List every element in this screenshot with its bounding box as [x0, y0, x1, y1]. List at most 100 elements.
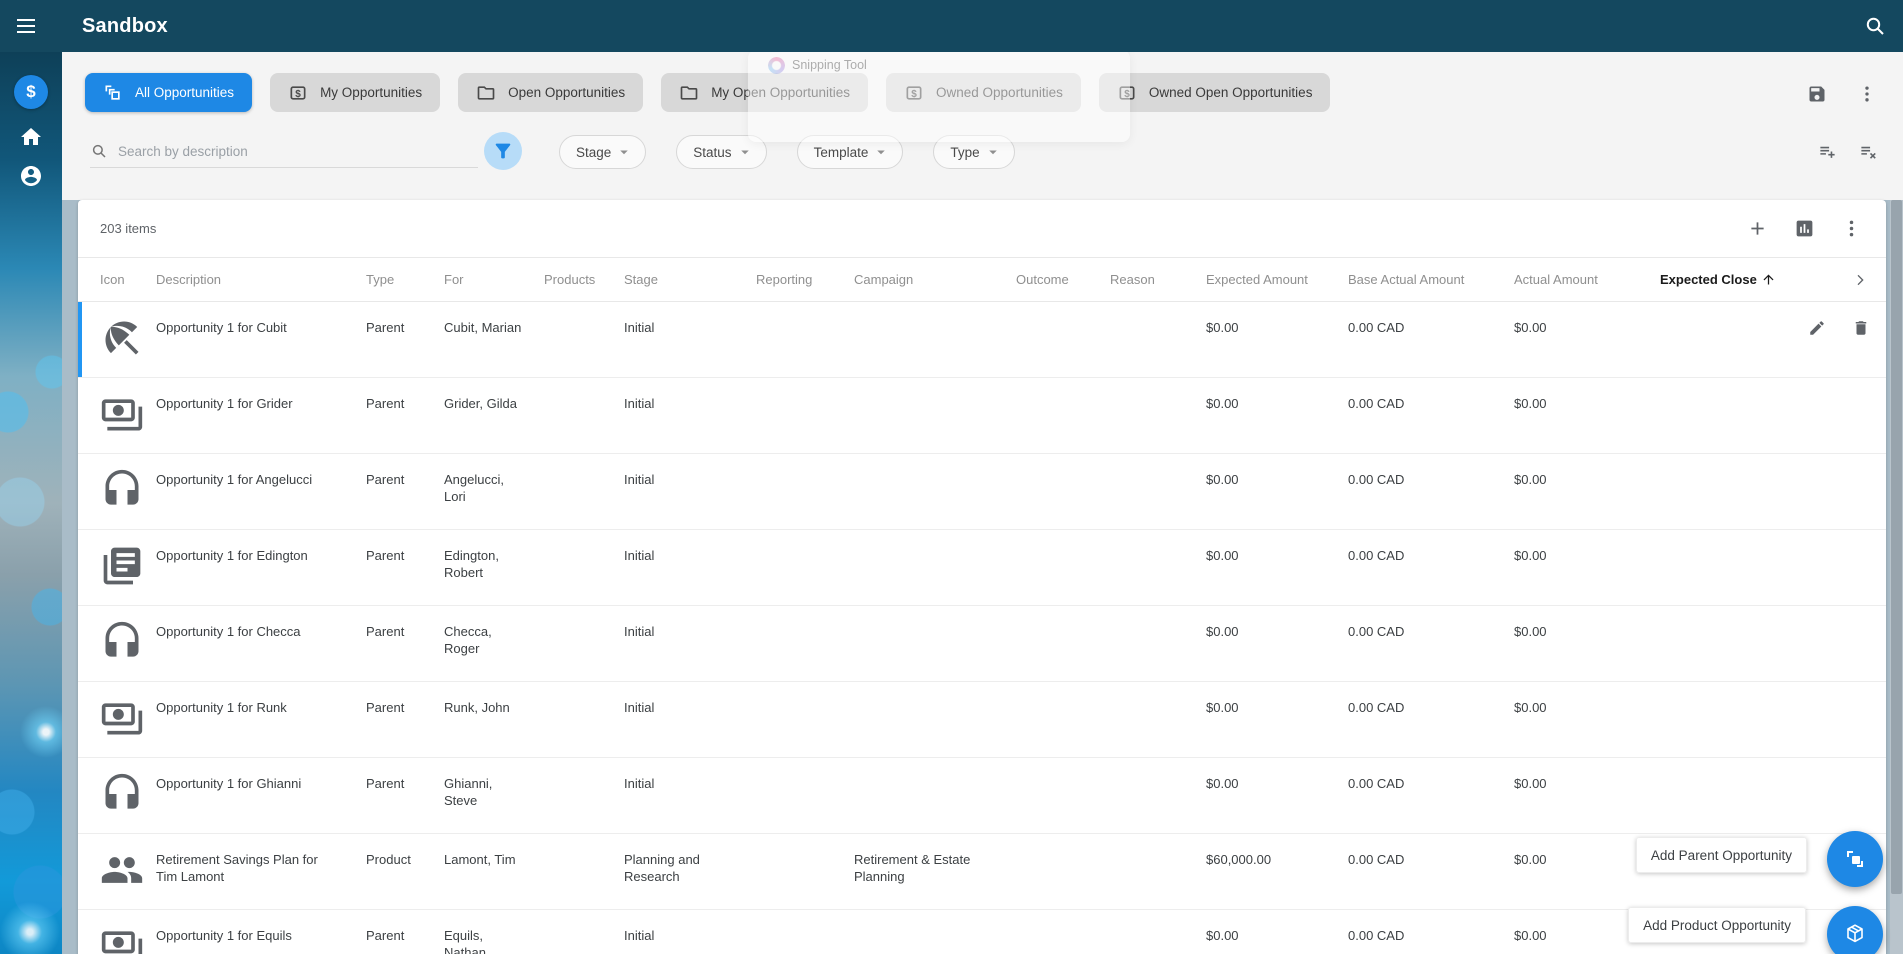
cell-outcome [1016, 682, 1110, 716]
tooltip-add-parent-opportunity: Add Parent Opportunity [1635, 837, 1807, 873]
cell-for: Ghianni, Steve [444, 776, 493, 808]
cell-expected_amount: $0.00 [1206, 928, 1239, 943]
column-header-reporting[interactable]: Reporting [756, 272, 854, 287]
cell-stage: Initial [624, 472, 655, 487]
scrollbar-thumb[interactable] [1891, 200, 1902, 894]
cell-reporting [756, 302, 854, 336]
column-header-for[interactable]: For [444, 272, 544, 287]
cell-reporting [756, 454, 854, 488]
row-actions [1798, 378, 1882, 412]
table-row[interactable]: Opportunity 1 for Equils Parent Equils, Na… [78, 910, 1886, 954]
home-icon[interactable] [19, 125, 43, 149]
account-circle-icon[interactable] [19, 164, 43, 188]
sidebar-item-opportunities[interactable]: $ [14, 75, 48, 109]
cell-stage: Initial [624, 700, 655, 715]
column-header-expected-close[interactable]: Expected Close [1660, 272, 1798, 287]
tab-owned-opportunities[interactable]: $ Owned Opportunities [886, 73, 1081, 112]
insert-chart-icon[interactable] [1794, 218, 1815, 239]
table-row[interactable]: Opportunity 1 for Runk Parent Runk, John In… [78, 682, 1886, 758]
cell-products [544, 302, 624, 336]
cell-stage: Initial [624, 396, 655, 411]
cell-expected_amount: $0.00 [1206, 700, 1239, 715]
tab-my-opportunities[interactable]: $ My Opportunities [270, 73, 441, 112]
row-actions [1798, 758, 1882, 792]
cell-description: Opportunity 1 for Runk [156, 700, 287, 715]
cell-campaign [854, 682, 1016, 716]
column-header-stage[interactable]: Stage [624, 272, 756, 287]
cell-stage: Initial [624, 548, 655, 563]
column-header-description[interactable]: Description [156, 272, 366, 287]
cell-outcome [1016, 530, 1110, 564]
column-header-actual-amount[interactable]: Actual Amount [1514, 272, 1660, 287]
cell-reason [1110, 530, 1206, 564]
table-row[interactable]: Opportunity 1 for Checca Parent Checca, Ro… [78, 606, 1886, 682]
column-header-base-actual-amount[interactable]: Base Actual Amount [1348, 272, 1514, 287]
cell-type: Parent [366, 776, 405, 791]
dropdown-label: Status [693, 144, 732, 160]
dropdown-type[interactable]: Type [933, 135, 1015, 169]
tab-owned-open-opportunities[interactable]: $ Owned Open Opportunities [1098, 73, 1331, 112]
tab-my-open-opportunities[interactable]: My Open Opportunities [661, 73, 869, 112]
cell-expected_close [1660, 454, 1798, 488]
table-row[interactable]: Opportunity 1 for Angelucci Parent Angeluc… [78, 454, 1886, 530]
column-header-icon[interactable]: Icon [100, 272, 156, 287]
filter-button[interactable] [484, 132, 522, 170]
cell-for: Lamont, Tim [444, 852, 516, 867]
svg-text:$: $ [911, 88, 917, 99]
more-options-icon[interactable] [1857, 84, 1877, 104]
table-row[interactable]: Opportunity 1 for Edington Parent Edington… [78, 530, 1886, 606]
dropdown-label: Stage [576, 144, 612, 160]
edit-icon[interactable] [1808, 319, 1826, 337]
cell-icon [100, 758, 156, 833]
cell-type: Product [366, 852, 411, 867]
table-row[interactable]: Retirement Savings Plan for Tim Lamont Pr… [78, 834, 1886, 910]
dollar-square-icon: $ [288, 83, 308, 103]
cell-products [544, 606, 624, 640]
cell-outcome [1016, 606, 1110, 640]
delete-icon[interactable] [1852, 319, 1870, 337]
folder-icon [476, 83, 496, 103]
column-header-type[interactable]: Type [366, 272, 444, 287]
column-header-expected-amount[interactable]: Expected Amount [1206, 272, 1348, 287]
column-header-products[interactable]: Products [544, 272, 624, 287]
cell-expected_close [1660, 530, 1798, 564]
playlist-remove-icon[interactable] [1859, 142, 1878, 161]
add-product-opportunity-button[interactable] [1827, 906, 1883, 954]
cell-type: Parent [366, 700, 405, 715]
table-row[interactable]: Opportunity 1 for Grider Parent Grider, Gi… [78, 378, 1886, 454]
table-row[interactable]: Opportunity 1 for Cubit Parent Cubit, Mari… [78, 302, 1886, 378]
add-parent-opportunity-button[interactable] [1827, 831, 1883, 887]
scroll-columns-right-icon[interactable] [1852, 272, 1868, 288]
cell-expected_close [1660, 758, 1798, 792]
table-scrollbar[interactable] [1890, 200, 1903, 954]
column-header-row: Icon Description Type For Products Stage Repor… [78, 258, 1886, 302]
cell-products [544, 530, 624, 564]
main-content: All Opportunities $ My Opportunities Ope… [62, 52, 1903, 954]
save-view-icon[interactable] [1807, 84, 1827, 104]
cell-expected_amount: $0.00 [1206, 624, 1239, 639]
tab-open-opportunities[interactable]: Open Opportunities [458, 73, 644, 112]
cell-base_actual_amount: 0.00 CAD [1348, 776, 1405, 791]
playlist-add-icon[interactable] [1818, 142, 1837, 161]
menu-icon[interactable] [14, 14, 38, 38]
column-header-reason[interactable]: Reason [1110, 272, 1206, 287]
table-more-icon[interactable] [1841, 218, 1862, 239]
table-row[interactable]: Opportunity 1 for Ghianni Parent Ghianni, … [78, 758, 1886, 834]
add-icon[interactable] [1747, 218, 1768, 239]
tab-all-opportunities[interactable]: All Opportunities [85, 73, 253, 112]
cell-description: Opportunity 1 for Checca [156, 624, 301, 639]
search-icon[interactable] [1863, 14, 1887, 38]
cell-for: Grider, Gilda [444, 396, 517, 411]
cell-type: Parent [366, 472, 405, 487]
dropdown-template[interactable]: Template [796, 135, 904, 169]
cell-outcome [1016, 454, 1110, 488]
filter-dropdowns: Stage Status Template Type [559, 135, 1015, 169]
dropdown-status[interactable]: Status [676, 135, 767, 169]
search-input[interactable]: Search by description [90, 135, 478, 168]
cell-actual_amount: $0.00 [1514, 624, 1547, 639]
cell-description: Opportunity 1 for Edington [156, 548, 308, 563]
dropdown-stage[interactable]: Stage [559, 135, 647, 169]
cell-reporting [756, 910, 854, 944]
column-header-campaign[interactable]: Campaign [854, 272, 1016, 287]
column-header-outcome[interactable]: Outcome [1016, 272, 1110, 287]
